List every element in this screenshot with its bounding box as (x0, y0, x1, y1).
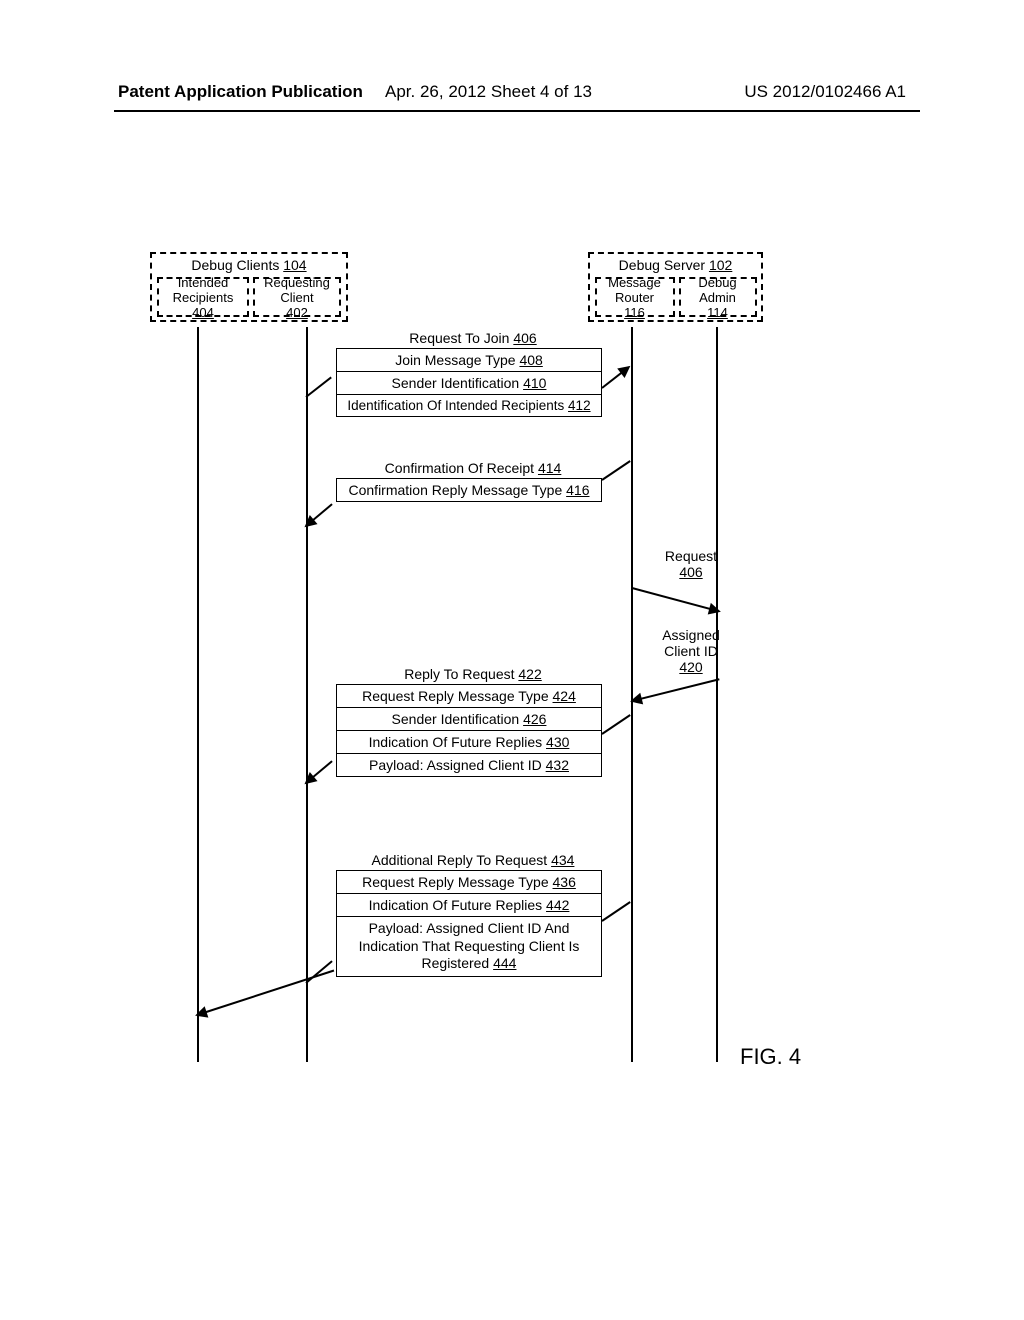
arrow-right-assigned (632, 678, 720, 702)
lifeline-intended-recipients (197, 327, 199, 1062)
header-left: Patent Application Publication (118, 82, 363, 102)
msg-reply-stack: Request Reply Message Type 424 Sender Id… (336, 684, 602, 777)
page-header: Patent Application Publication Apr. 26, … (0, 82, 1024, 108)
arrow-m2-in (305, 503, 332, 526)
m4-row-1: Indication Of Future Replies 442 (336, 894, 602, 917)
m4-row-2: Payload: Assigned Client ID And Indicati… (336, 917, 602, 977)
msg-request-to-join-stack: Join Message Type 408 Sender Identificat… (336, 348, 602, 417)
m3-row-2: Indication Of Future Replies 430 (336, 731, 602, 754)
msg-addreply-label: Additional Reply To Request 434 (310, 852, 636, 868)
debug-server-subrow: Message Router 116 Debug Admin 114 (591, 277, 761, 321)
debug-clients-title: Debug Clients 104 (191, 257, 306, 273)
msg-request-to-join-label: Request To Join 406 (310, 330, 636, 346)
intended-recipients-box: Intended Recipients 404 (157, 277, 249, 317)
debug-admin-box: Debug Admin 114 (679, 277, 757, 317)
right-request-label: Request 406 (641, 548, 741, 580)
m3-row-0: Request Reply Message Type 424 (336, 684, 602, 708)
msg-confirmation-stack: Confirmation Reply Message Type 416 (336, 478, 602, 502)
debug-server-box: Debug Server 102 Message Router 116 Debu… (588, 252, 763, 322)
debug-clients-box: Debug Clients 104 Intended Recipients 40… (150, 252, 348, 322)
arrow-m4-out (601, 901, 630, 922)
header-right: US 2012/0102466 A1 (744, 82, 906, 102)
lifeline-requesting-client (306, 327, 308, 1062)
msg-addreply-stack: Request Reply Message Type 436 Indicatio… (336, 870, 602, 977)
arrow-right-request (632, 587, 719, 612)
requesting-client-box: Requesting Client 402 (253, 277, 341, 317)
msg-confirmation-label: Confirmation Of Receipt 414 (310, 460, 636, 476)
m3-row-1: Sender Identification 426 (336, 708, 602, 731)
m1-row-2: Identification Of Intended Recipients 41… (336, 395, 602, 417)
header-mid: Apr. 26, 2012 Sheet 4 of 13 (385, 82, 592, 102)
arrow-m3-in (305, 760, 332, 783)
sequence-diagram: Debug Clients 104 Intended Recipients 40… (156, 252, 836, 1062)
m1-row-1: Sender Identification 410 (336, 372, 602, 395)
message-router-box: Message Router 116 (595, 277, 675, 317)
msg-reply-label: Reply To Request 422 (310, 666, 636, 682)
m1-row-0: Join Message Type 408 (336, 348, 602, 372)
m4-row-0: Request Reply Message Type 436 (336, 870, 602, 894)
m2-row-0: Confirmation Reply Message Type 416 (336, 478, 602, 502)
lifeline-debug-admin (716, 327, 718, 1062)
right-assigned-label: Assigned Client ID 420 (641, 627, 741, 675)
arrow-m4-to-intended (197, 970, 335, 1016)
arrow-m1-out (305, 377, 331, 398)
m3-row-3: Payload: Assigned Client ID 432 (336, 754, 602, 777)
debug-clients-subrow: Intended Recipients 404 Requesting Clien… (153, 277, 345, 321)
debug-server-title: Debug Server 102 (619, 257, 733, 273)
figure-label: FIG. 4 (740, 1044, 801, 1070)
arrow-m3-out (601, 714, 630, 735)
arrow-m1-in (601, 366, 629, 389)
